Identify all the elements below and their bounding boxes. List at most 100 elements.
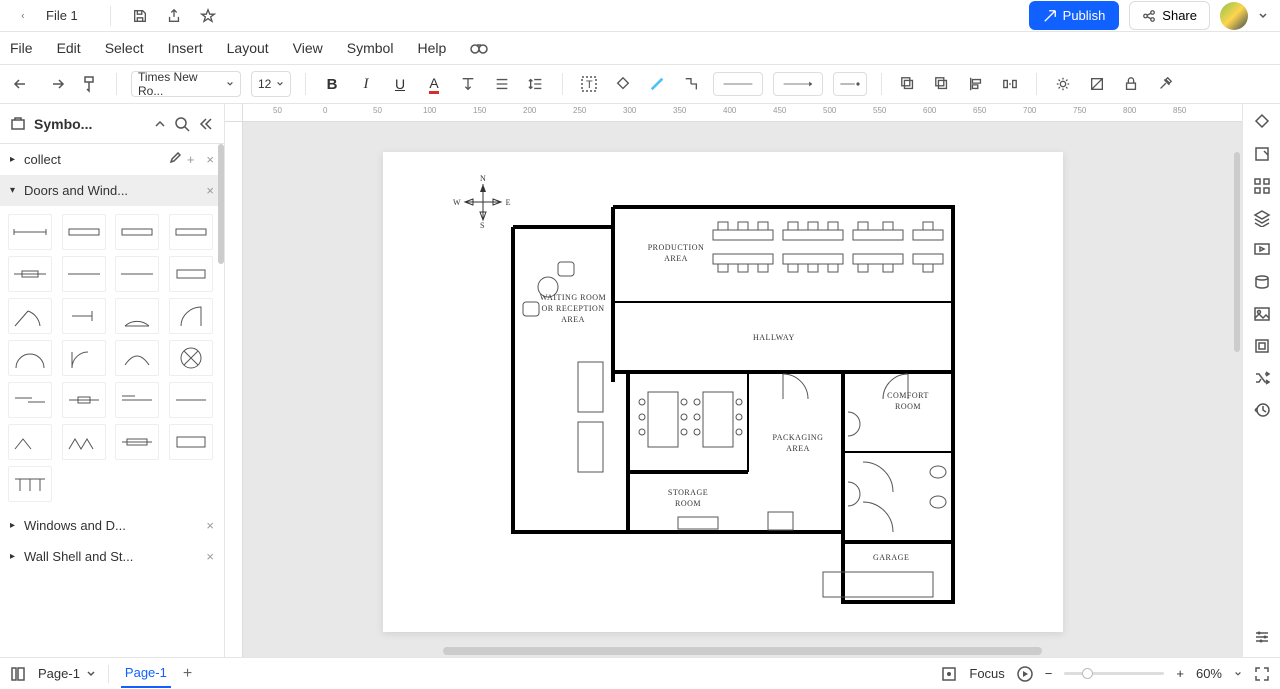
symbol-door-half[interactable] [169,298,213,334]
present-icon[interactable] [1252,240,1272,260]
symbol-bay-window[interactable] [169,424,213,460]
page-tab[interactable]: Page-1 [121,659,171,688]
fullscreen-icon[interactable] [1254,666,1270,682]
symbol-door-stop[interactable] [62,298,106,334]
line-color-button[interactable] [645,72,669,96]
symbol-bifold-2[interactable] [8,424,52,460]
text-tool-button[interactable]: T [577,72,601,96]
horizontal-scrollbar[interactable] [443,647,1042,655]
symbol-door-arc[interactable] [115,298,159,334]
symbol-wall-2[interactable] [115,214,159,250]
symbol-window-3[interactable] [115,256,159,292]
share-button[interactable]: Share [1129,1,1210,30]
font-color-button[interactable]: A [422,72,446,96]
symbol-door-swing[interactable] [8,298,52,334]
collapse-up-icon[interactable] [154,118,166,130]
symbol-garage-door[interactable] [8,466,52,502]
line-spacing-button[interactable] [524,72,548,96]
symbol-revolving[interactable] [169,340,213,376]
close-icon[interactable]: × [206,549,214,564]
symbol-door-left[interactable] [62,340,106,376]
symbol-bifold[interactable] [169,382,213,418]
export-icon[interactable] [165,7,183,25]
play-icon[interactable] [1017,666,1033,682]
star-icon[interactable] [199,7,217,25]
bring-front-button[interactable] [896,72,920,96]
group-wall-shell[interactable]: ▸ Wall Shell and St... × [0,541,224,572]
close-icon[interactable]: × [206,518,214,533]
undo-button[interactable] [10,72,34,96]
avatar[interactable] [1220,2,1248,30]
connector-button[interactable] [679,72,703,96]
horizontal-align-button[interactable] [490,72,514,96]
zoom-slider[interactable] [1064,672,1164,675]
symbol-double-door[interactable] [8,340,52,376]
menu-layout[interactable]: Layout [227,40,269,56]
connector-end-select[interactable] [833,72,867,96]
fill-button[interactable] [611,72,635,96]
shuffle-icon[interactable] [1252,368,1272,388]
symbol-opening[interactable] [8,214,52,250]
font-size-select[interactable]: 12 [251,71,291,97]
menu-view[interactable]: View [293,40,323,56]
vertical-scrollbar[interactable] [1234,152,1240,352]
vertical-align-button[interactable] [456,72,480,96]
back-arrow-icon[interactable] [20,7,38,25]
format-painter-button[interactable] [78,72,102,96]
publish-button[interactable]: Publish [1029,1,1120,30]
grid-panel-icon[interactable] [1252,176,1272,196]
lock-button[interactable] [1119,72,1143,96]
symbol-sliding[interactable] [8,382,52,418]
group-collect[interactable]: ▸ collect + × [0,144,224,175]
effects-button[interactable] [1051,72,1075,96]
symbol-wall-3[interactable] [169,214,213,250]
send-back-button[interactable] [930,72,954,96]
italic-button[interactable]: I [354,72,378,96]
theme-button[interactable] [1085,72,1109,96]
drawing-page[interactable]: N S E W [383,152,1063,632]
symbol-sliding-2[interactable] [62,382,106,418]
close-icon[interactable]: × [206,183,214,198]
line-style-select[interactable] [713,72,763,96]
distribute-button[interactable] [998,72,1022,96]
symbol-pocket[interactable] [115,382,159,418]
menu-help[interactable]: Help [417,40,446,56]
canvas[interactable]: N S E W [243,122,1242,657]
symbol-casement[interactable] [115,424,159,460]
plus-icon[interactable]: + [187,152,195,167]
history-icon[interactable] [1252,400,1272,420]
zoom-out-button[interactable]: − [1045,666,1053,681]
user-menu-chevron-icon[interactable] [1258,11,1268,21]
page-selector[interactable]: Page-1 [38,666,96,681]
data-icon[interactable] [1252,272,1272,292]
close-icon[interactable]: × [206,152,214,167]
group-doors-windows[interactable]: ▾ Doors and Wind... × [0,175,224,206]
menu-select[interactable]: Select [105,40,144,56]
symbol-bifold-3[interactable] [62,424,106,460]
layers-panel-icon[interactable] [1252,208,1272,228]
font-select[interactable]: Times New Ro... [131,71,241,97]
menu-insert[interactable]: Insert [168,40,203,56]
fill-panel-icon[interactable] [1252,112,1272,132]
underline-button[interactable]: U [388,72,412,96]
redo-button[interactable] [44,72,68,96]
symbol-window[interactable] [8,256,52,292]
tools-button[interactable] [1153,72,1177,96]
focus-mode-icon[interactable] [941,666,957,682]
collapse-panel-icon[interactable] [198,116,214,132]
binoculars-icon[interactable] [470,39,488,57]
component-icon[interactable] [1252,336,1272,356]
menu-edit[interactable]: Edit [57,40,81,56]
symbol-wall[interactable] [62,214,106,250]
image-icon[interactable] [1252,304,1272,324]
zoom-in-button[interactable]: + [1176,666,1184,681]
settings-panel-icon[interactable] [1252,627,1272,647]
search-icon[interactable] [174,116,190,132]
bold-button[interactable]: B [320,72,344,96]
symbol-window-4[interactable] [169,256,213,292]
group-windows-doors[interactable]: ▸ Windows and D... × [0,510,224,541]
menu-symbol[interactable]: Symbol [347,40,394,56]
add-page-button[interactable]: + [183,665,192,683]
align-left-button[interactable] [964,72,988,96]
symbol-window-2[interactable] [62,256,106,292]
